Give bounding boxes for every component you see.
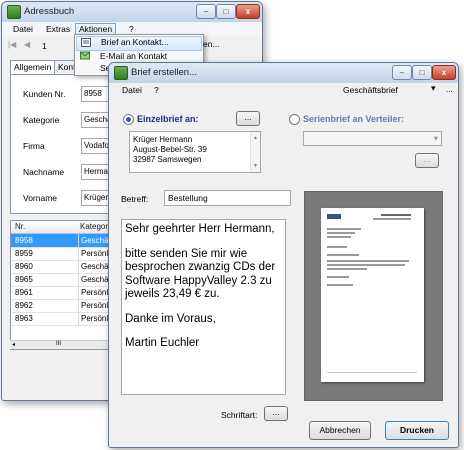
radio-serienbrief[interactable] — [289, 114, 300, 125]
abbrechen-button[interactable]: Abbrechen — [309, 421, 371, 440]
field-label-kategorie: Kategorie — [23, 115, 60, 125]
label-serienbrief: Serienbrief an Verteiler: — [303, 114, 405, 124]
preview-page — [321, 208, 424, 382]
select-contact-button[interactable]: ... — [236, 111, 260, 126]
menu-datei[interactable]: Datei — [119, 84, 145, 97]
menu-datei[interactable]: Datei — [10, 23, 36, 36]
drucken-button[interactable]: Drucken — [385, 421, 449, 440]
menu-help[interactable]: ? — [151, 84, 162, 97]
template-more-button[interactable]: ... — [446, 85, 453, 94]
menu-extras[interactable]: Extras — [43, 23, 73, 36]
address-line-name: Krüger Hermann — [133, 135, 193, 144]
chevron-down-icon: ▾ — [433, 133, 438, 143]
close-button[interactable]: x — [432, 65, 456, 80]
letter-closing: Danke im Voraus, — [125, 312, 216, 325]
cell-nr: 8959 — [15, 249, 33, 258]
field-label-vorname: Vorname — [23, 193, 58, 203]
print-preview — [304, 191, 443, 401]
field-label-kundennr: Kunden Nr. — [23, 89, 66, 99]
scroll-up-icon[interactable]: ▲ — [253, 133, 258, 143]
record-position[interactable]: 1 — [42, 41, 47, 51]
brief-titlebar[interactable]: Brief erstellen... – □ x — [109, 63, 458, 84]
adressbuch-title: Adressbuch — [24, 6, 75, 17]
field-label-firma: Firma — [23, 141, 45, 151]
prev-record-icon[interactable]: ◀ — [24, 40, 30, 49]
radio-einzelbrief[interactable] — [123, 114, 134, 125]
adressbuch-titlebar[interactable]: Adressbuch – □ x — [2, 2, 262, 23]
letter-paragraph: bitte senden Sie mir wie besprochen zwan… — [125, 247, 276, 301]
verteiler-select[interactable]: ▾ — [303, 131, 442, 146]
betreff-input[interactable]: Bestellung — [164, 190, 291, 206]
schriftart-button[interactable]: ... — [264, 406, 288, 421]
cell-nr: 8961 — [15, 288, 33, 297]
brief-title: Brief erstellen... — [131, 67, 197, 78]
verteiler-more-button[interactable]: ... — [415, 153, 439, 168]
letter-icon — [81, 38, 91, 47]
address-line-street: August-Bebel-Str. 39 — [133, 145, 207, 154]
brief-erstellen-window: Brief erstellen... – □ x Datei ? Geschäf… — [108, 62, 459, 448]
scroll-down-icon[interactable]: ▼ — [253, 161, 258, 171]
cell-nr: 8963 — [15, 314, 33, 323]
minimize-button[interactable]: – — [196, 4, 216, 19]
cell-nr: 8962 — [15, 301, 33, 310]
letter-app-icon — [114, 66, 128, 80]
cell-nr: 8960 — [15, 262, 33, 271]
scroll-thumb[interactable]: III — [56, 341, 61, 347]
cell-nr: 8965 — [15, 275, 33, 284]
addressbook-app-icon — [7, 5, 21, 19]
first-record-icon[interactable]: |◀ — [8, 40, 16, 49]
address-scrollbar[interactable]: ▲ ▼ — [250, 132, 260, 172]
menu-item-brief-an-kontakt[interactable]: Brief an Kontakt... — [76, 36, 202, 51]
field-label-nachname: Nachname — [23, 167, 65, 177]
letter-salutation: Sehr geehrter Herr Hermann, — [125, 223, 275, 235]
letter-body-textarea[interactable]: Sehr geehrter Herr Hermann, bitte senden… — [121, 219, 286, 395]
template-select[interactable]: Geschäftsbrief — [343, 85, 398, 95]
address-line-city: 32987 Samswegen — [133, 155, 202, 164]
recipient-address-box[interactable]: Krüger Hermann August-Bebel-Str. 39 3298… — [129, 131, 261, 173]
label-einzelbrief: Einzelbrief an: — [137, 114, 199, 124]
preview-logo — [327, 214, 341, 219]
scroll-left-icon[interactable]: ◂ — [12, 341, 15, 348]
tab-allgemein[interactable]: Allgemein — [10, 60, 56, 75]
letter-signature: Martin Euchler — [125, 337, 200, 349]
minimize-button[interactable]: – — [392, 65, 412, 80]
betreff-label: Betreff: — [121, 194, 149, 204]
brief-menubar: Datei ? Geschäftsbrief ▾ ... — [109, 83, 458, 97]
close-button[interactable]: x — [236, 4, 260, 19]
schriftart-label: Schriftart: — [221, 410, 258, 420]
column-header-nr[interactable]: Nr. — [15, 222, 25, 231]
email-icon — [80, 51, 90, 60]
obscured-toolbar-text: en... — [203, 39, 220, 49]
maximize-button[interactable]: □ — [412, 65, 432, 80]
cell-nr: 8958 — [15, 236, 33, 245]
menu-item-label: Brief an Kontakt... — [101, 37, 169, 47]
template-dropdown-arrow-icon[interactable]: ▾ — [431, 83, 436, 94]
maximize-button[interactable]: □ — [216, 4, 236, 19]
